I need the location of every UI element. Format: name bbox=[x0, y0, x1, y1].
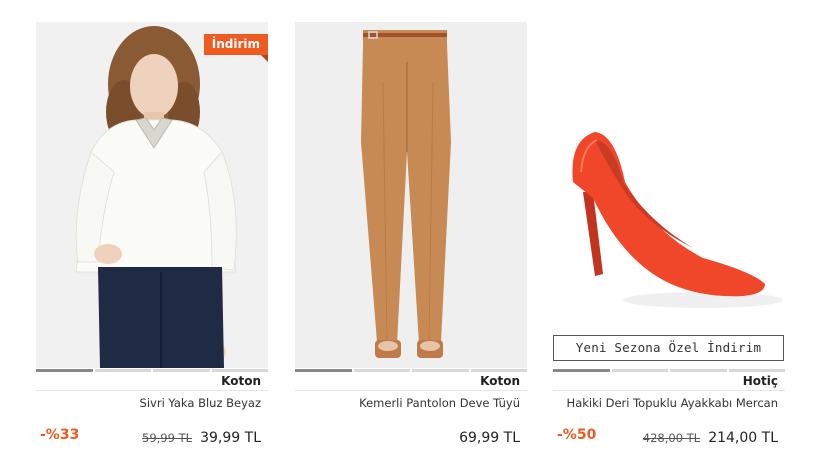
image-slider-dots[interactable] bbox=[36, 369, 268, 372]
slider-dot[interactable] bbox=[295, 369, 352, 372]
slider-dot[interactable] bbox=[353, 369, 410, 372]
divider bbox=[36, 390, 268, 391]
price-group: 428,00 TL 214,00 TL bbox=[643, 427, 778, 446]
product-card[interactable]: Yeni Sezona Özel İndirim Hotiç Hakiki De… bbox=[553, 22, 785, 452]
slider-dot[interactable] bbox=[670, 369, 727, 372]
product-brand[interactable]: Koton bbox=[221, 374, 261, 388]
pants-image bbox=[295, 22, 527, 368]
slider-dot[interactable] bbox=[728, 369, 785, 372]
product-image[interactable]: Yeni Sezona Özel İndirim bbox=[553, 22, 785, 368]
divider bbox=[295, 390, 527, 391]
slider-dot[interactable] bbox=[611, 369, 668, 372]
product-name[interactable]: Hakiki Deri Topuklu Ayakkabı Mercan bbox=[567, 396, 778, 410]
shoe-image bbox=[553, 22, 785, 368]
product-card[interactable]: Koton Kemerli Pantolon Deve Tüyü 69,99 T… bbox=[295, 22, 527, 452]
current-price: 69,99 TL bbox=[459, 430, 520, 446]
season-sale-banner[interactable]: Yeni Sezona Özel İndirim bbox=[553, 335, 784, 361]
product-brand[interactable]: Hotiç bbox=[743, 374, 778, 388]
current-price: 214,00 TL bbox=[708, 430, 778, 446]
image-slider-dots[interactable] bbox=[553, 369, 785, 372]
slider-dot[interactable] bbox=[553, 369, 610, 372]
product-name[interactable]: Kemerli Pantolon Deve Tüyü bbox=[359, 396, 520, 410]
image-slider-dots[interactable] bbox=[295, 369, 527, 372]
current-price: 39,99 TL bbox=[200, 430, 261, 446]
slider-dot[interactable] bbox=[153, 369, 210, 372]
discount-percent: -%50 bbox=[557, 427, 597, 443]
slider-dot[interactable] bbox=[36, 369, 93, 372]
old-price: 59,99 TL bbox=[142, 431, 193, 445]
price-group: 59,99 TL 39,99 TL bbox=[142, 427, 261, 446]
product-image[interactable] bbox=[295, 22, 527, 368]
slider-dot[interactable] bbox=[211, 369, 268, 372]
slider-dot[interactable] bbox=[470, 369, 527, 372]
divider bbox=[553, 390, 785, 391]
discount-percent: -%33 bbox=[40, 427, 80, 443]
slider-dot[interactable] bbox=[94, 369, 151, 372]
product-card[interactable]: İndirim Koton Sivri Yaka Bluz Beyaz -%33… bbox=[36, 22, 268, 452]
old-price: 428,00 TL bbox=[642, 431, 701, 445]
product-brand[interactable]: Koton bbox=[480, 374, 520, 388]
blouse-model-image bbox=[36, 22, 268, 368]
price-group: 69,99 TL bbox=[459, 427, 520, 446]
product-image[interactable]: İndirim bbox=[36, 22, 268, 368]
slider-dot[interactable] bbox=[412, 369, 469, 372]
discount-badge: İndirim bbox=[203, 34, 268, 62]
product-name[interactable]: Sivri Yaka Bluz Beyaz bbox=[140, 396, 261, 410]
